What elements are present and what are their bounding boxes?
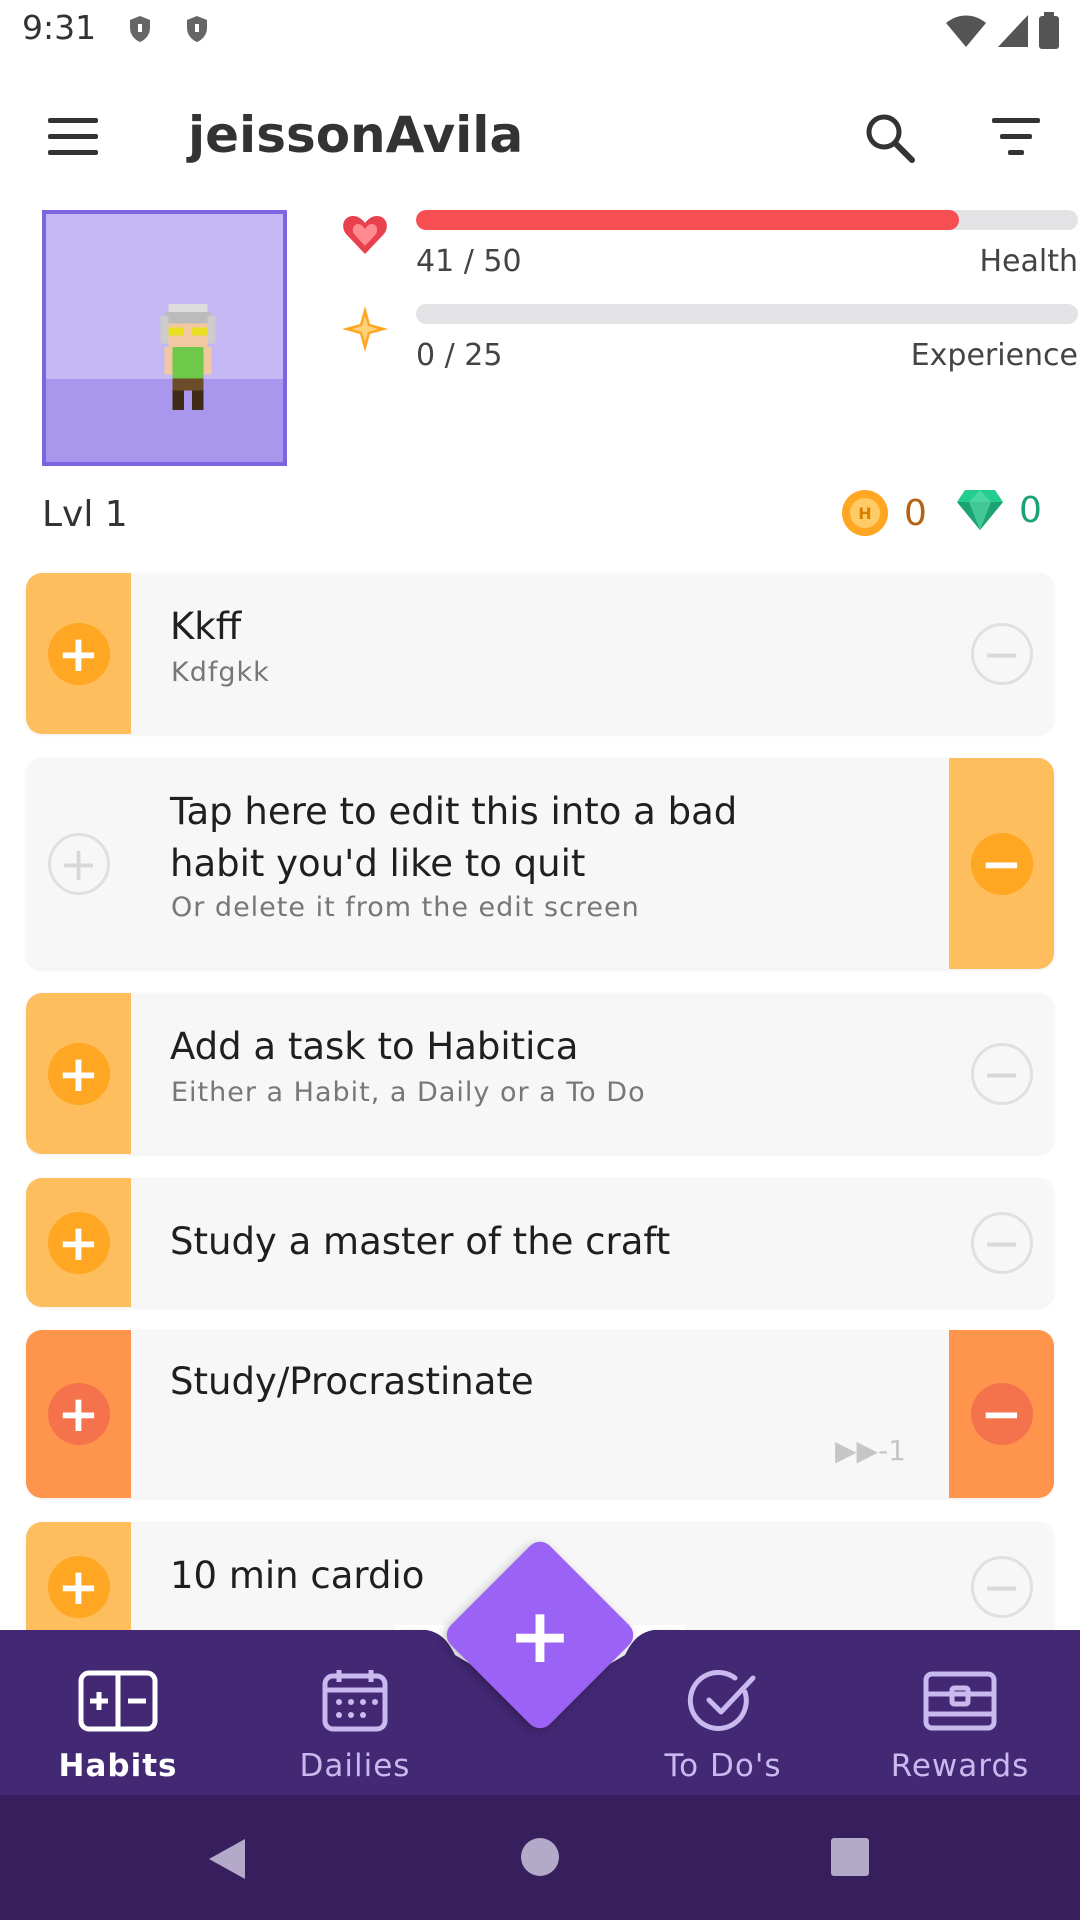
- checkmark-icon: [687, 1670, 756, 1731]
- gold-counter: H 0: [840, 488, 927, 538]
- avatar-sprite: [160, 304, 216, 411]
- recents-icon[interactable]: [830, 1837, 870, 1877]
- shield-icon: [130, 16, 150, 42]
- gold-coin-icon: H: [842, 490, 888, 536]
- streak-counter: ▶▶-1: [835, 1434, 906, 1467]
- minus-icon[interactable]: −: [970, 1042, 1033, 1105]
- status-time: 9:31: [22, 8, 97, 47]
- task-notes: Kdfgkk: [171, 657, 270, 688]
- plus-icon[interactable]: +: [47, 1556, 110, 1618]
- health-value: 41 / 50: [416, 244, 522, 279]
- gold-value: 0: [904, 492, 927, 534]
- plus-icon[interactable]: +: [47, 622, 110, 685]
- task-card[interactable]: + Tap here to edit this into a bad habit…: [26, 758, 1054, 969]
- shield-icon: [187, 16, 207, 42]
- habit-plus-area[interactable]: +: [26, 993, 131, 1154]
- task-title: Study/Procrastinate: [170, 1360, 534, 1403]
- task-title: Kkff: [170, 605, 242, 648]
- system-navigation-bar: [0, 1795, 1080, 1920]
- experience-label: Experience: [910, 338, 1078, 373]
- health-label: Health: [979, 244, 1078, 279]
- search-icon[interactable]: [862, 110, 918, 166]
- calendar-icon: [322, 1670, 388, 1732]
- minus-icon[interactable]: −: [970, 832, 1033, 895]
- task-title: Tap here to edit this into a bad habit y…: [170, 790, 738, 885]
- plus-icon[interactable]: +: [47, 1383, 110, 1445]
- minus-icon[interactable]: −: [970, 1211, 1033, 1274]
- experience-value: 0 / 25: [416, 338, 503, 373]
- minus-icon[interactable]: −: [970, 622, 1033, 685]
- task-notes: Or delete it from the edit screen: [171, 892, 640, 923]
- chest-icon: [923, 1671, 997, 1731]
- nav-rewards[interactable]: Rewards: [860, 1630, 1060, 1795]
- gems-value: 0: [1019, 489, 1042, 531]
- habit-minus-area[interactable]: −: [949, 758, 1054, 969]
- task-title: Study a master of the craft: [170, 1220, 671, 1263]
- task-card[interactable]: + Add a task to Habitica Either a Habit,…: [26, 993, 1054, 1154]
- filter-icon[interactable]: [990, 118, 1042, 158]
- habit-plus-area[interactable]: +: [26, 758, 131, 969]
- streak-value: -1: [878, 1434, 906, 1467]
- task-title: Add a task to Habitica: [170, 1025, 579, 1068]
- health-bar: [416, 210, 959, 230]
- wifi-icon: [946, 15, 986, 47]
- heart-icon: [343, 216, 387, 254]
- habits-icon: [78, 1670, 158, 1732]
- habit-minus-area[interactable]: −: [949, 1178, 1054, 1307]
- home-icon[interactable]: [520, 1837, 560, 1877]
- habit-minus-area[interactable]: −: [949, 573, 1054, 734]
- habit-plus-area[interactable]: +: [26, 1178, 131, 1307]
- task-card[interactable]: + Study a master of the craft −: [26, 1178, 1054, 1307]
- plus-icon[interactable]: +: [47, 832, 110, 895]
- nav-dailies-label: Dailies: [299, 1748, 411, 1784]
- minus-icon[interactable]: −: [970, 1383, 1033, 1445]
- status-bar: 9:31: [0, 0, 1080, 63]
- avatar[interactable]: [42, 210, 287, 466]
- task-card[interactable]: + Study/Procrastinate ▶▶-1 −: [26, 1330, 1054, 1498]
- toolbar: jeissonAvila: [0, 90, 1080, 186]
- page-title: jeissonAvila: [188, 106, 524, 164]
- add-icon[interactable]: +: [470, 1565, 610, 1705]
- signal-icon: [998, 15, 1028, 47]
- habit-plus-area[interactable]: +: [26, 573, 131, 734]
- menu-icon[interactable]: [48, 118, 98, 158]
- level-label: Lvl 1: [42, 494, 128, 535]
- task-card[interactable]: + Kkff Kdfgkk −: [26, 573, 1054, 734]
- plus-icon[interactable]: +: [47, 1211, 110, 1274]
- nav-habits-label: Habits: [58, 1748, 178, 1784]
- nav-rewards-label: Rewards: [890, 1748, 1030, 1784]
- nav-todos-label: To Do's: [664, 1748, 782, 1784]
- task-notes: Either a Habit, a Daily or a To Do: [171, 1077, 646, 1108]
- habit-minus-area[interactable]: −: [949, 1330, 1054, 1498]
- star-icon: [342, 306, 388, 352]
- nav-habits[interactable]: Habits: [18, 1630, 218, 1795]
- plus-icon[interactable]: +: [47, 1042, 110, 1105]
- gems-counter: 0: [955, 488, 1042, 532]
- svg-text:H: H: [858, 504, 871, 523]
- minus-icon[interactable]: −: [970, 1556, 1033, 1618]
- battery-icon: [1039, 12, 1059, 49]
- back-icon[interactable]: [205, 1835, 249, 1883]
- gem-icon: [957, 490, 1003, 530]
- habit-plus-area[interactable]: +: [26, 1330, 131, 1498]
- fast-forward-icon: ▶▶: [835, 1434, 879, 1467]
- habit-minus-area[interactable]: −: [949, 993, 1054, 1154]
